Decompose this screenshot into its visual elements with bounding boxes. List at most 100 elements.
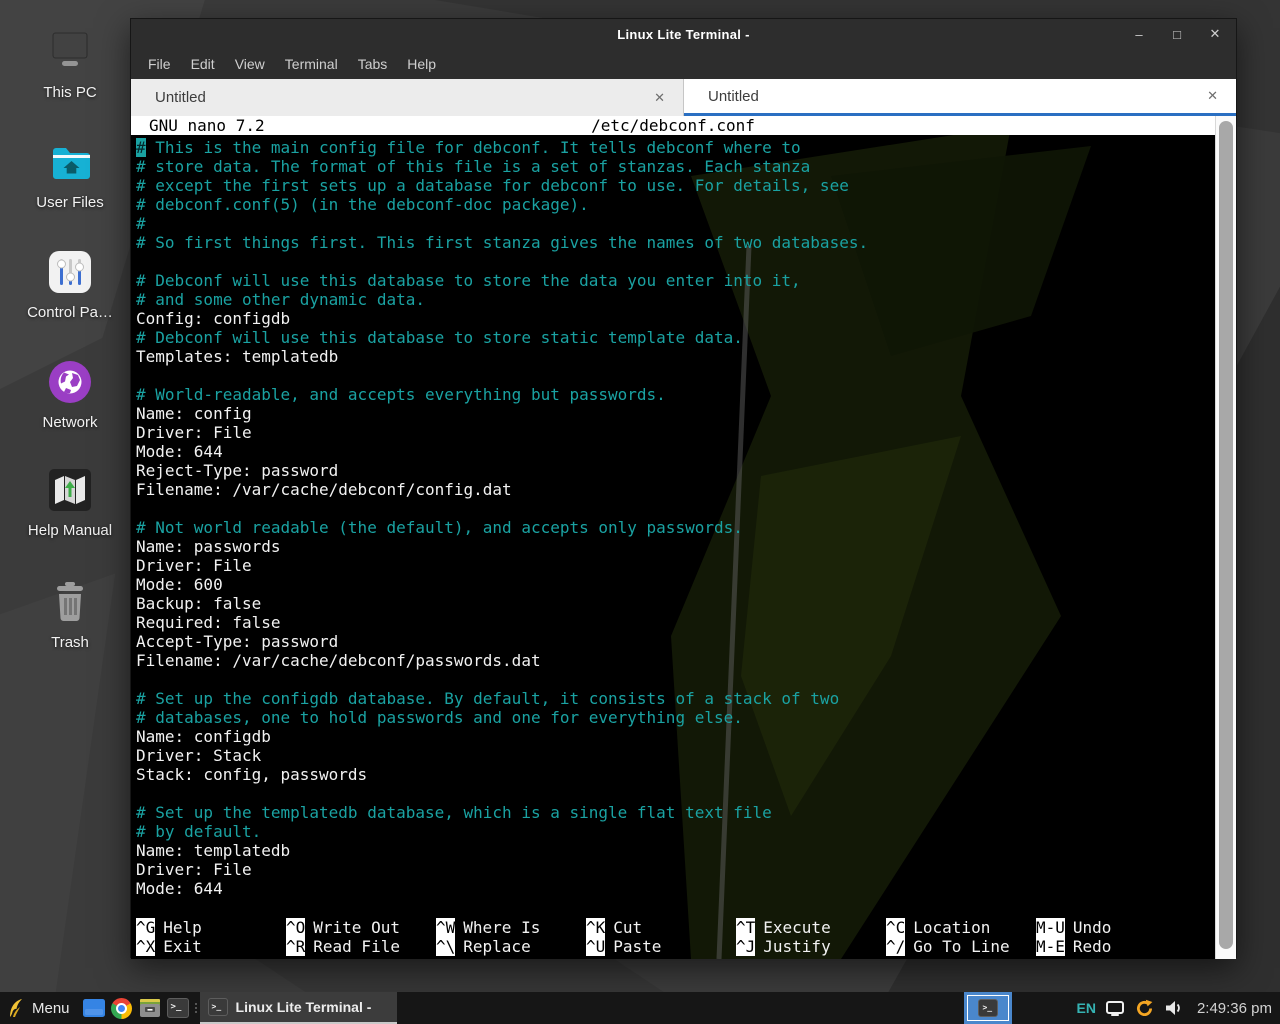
nano-line: Driver: File <box>136 556 1215 575</box>
terminal-window: Linux Lite Terminal - – □ ✕ File Edit Vi… <box>130 18 1237 958</box>
help-manual-map-icon <box>46 466 94 514</box>
nano-shortcut: ^JJustify <box>736 937 886 956</box>
nano-shortcut: ^UPaste <box>586 937 736 956</box>
nano-line: Driver: Stack <box>136 746 1215 765</box>
chrome-icon <box>111 998 132 1019</box>
tab-label: Untitled <box>708 88 1203 105</box>
nano-shortcut: ^KCut <box>586 918 736 937</box>
terminal-icon: >_ <box>208 998 228 1016</box>
nano-line: # debconf.conf(5) (in the debconf-doc pa… <box>136 195 1215 214</box>
tab-untitled-2[interactable]: Untitled ✕ <box>684 79 1236 116</box>
nano-line <box>136 366 1215 385</box>
minimize-button[interactable]: – <box>1128 23 1150 45</box>
volume-icon[interactable] <box>1165 1000 1183 1016</box>
nano-screen: /etc/debconf.conf GNU nano 7.2 # This is… <box>131 116 1215 898</box>
nano-shortcut: ^OWrite Out <box>286 918 436 937</box>
taskbar: Menu >_ >_ Linux Lite Terminal - > <box>0 992 1280 1024</box>
start-menu-button[interactable]: Menu <box>0 992 80 1024</box>
nano-line: Driver: File <box>136 860 1215 879</box>
nano-line <box>136 784 1215 803</box>
control-panel-sliders-icon <box>46 248 94 296</box>
keyboard-language-indicator[interactable]: EN <box>1076 1000 1095 1016</box>
menu-tabs[interactable]: Tabs <box>348 52 398 76</box>
desktop-icon-network[interactable]: Network <box>6 358 134 431</box>
taskbar-separator-handle[interactable] <box>192 992 200 1024</box>
terminal-icon: >_ <box>978 999 998 1017</box>
desktop-icon-label: This PC <box>43 84 96 101</box>
trash-can-icon <box>46 578 94 626</box>
menu-help[interactable]: Help <box>397 52 446 76</box>
clock[interactable]: 2:49:36 pm <box>1193 1000 1272 1017</box>
tab-untitled-1[interactable]: Untitled ✕ <box>131 79 684 116</box>
nano-shortcut: ^RRead File <box>286 937 436 956</box>
nano-line: # World-readable, and accepts everything… <box>136 385 1215 404</box>
nano-line: # Debconf will use this database to stor… <box>136 328 1215 347</box>
nano-line: # databases, one to hold passwords and o… <box>136 708 1215 727</box>
nano-editor[interactable]: /etc/debconf.conf GNU nano 7.2 # This is… <box>131 116 1215 959</box>
nano-line: Filename: /var/cache/debconf/config.dat <box>136 480 1215 499</box>
nano-line: # Set up the templatedb database, which … <box>136 803 1215 822</box>
nano-shortcut: ^\Replace <box>436 937 586 956</box>
taskbar-file-manager-launcher[interactable] <box>136 992 164 1024</box>
desktop-icon-label: Network <box>42 414 97 431</box>
close-button[interactable]: ✕ <box>1204 23 1226 45</box>
nano-line: Name: templatedb <box>136 841 1215 860</box>
nano-line: # Not world readable (the default), and … <box>136 518 1215 537</box>
taskbar-chrome-launcher[interactable] <box>108 992 136 1024</box>
nano-line: Mode: 644 <box>136 879 1215 898</box>
nano-shortcuts-row2: ^XExit^RRead File^\Replace^UPaste^JJusti… <box>136 937 1211 956</box>
updates-available-icon[interactable] <box>1134 998 1155 1019</box>
desktop-icon-label: Help Manual <box>28 522 112 539</box>
nano-line <box>136 499 1215 518</box>
terminal-icon: >_ <box>167 998 189 1018</box>
menu-edit[interactable]: Edit <box>181 52 225 76</box>
desktop-icon-label: Control Pa… <box>27 304 113 321</box>
nano-buffer: # This is the main config file for debco… <box>131 135 1215 898</box>
nano-line: # except the first sets up a database fo… <box>136 176 1215 195</box>
taskbar-window-button[interactable]: >_ Linux Lite Terminal - <box>200 992 398 1024</box>
desktop-icon-label: Trash <box>51 634 89 651</box>
network-globe-icon <box>46 358 94 406</box>
display-settings-icon[interactable] <box>1106 1001 1124 1016</box>
menu-view[interactable]: View <box>225 52 275 76</box>
taskbar-desktop-launcher[interactable] <box>80 992 108 1024</box>
taskbar-window-label: Linux Lite Terminal - <box>236 999 372 1015</box>
desktop-icon-help-manual[interactable]: Help Manual <box>6 466 134 539</box>
file-manager-drawer-icon <box>139 998 161 1018</box>
window-titlebar[interactable]: Linux Lite Terminal - – □ ✕ <box>131 19 1236 49</box>
nano-line: Name: config <box>136 404 1215 423</box>
nano-shortcut: ^TExecute <box>736 918 886 937</box>
blue-window-icon <box>83 999 105 1017</box>
tab-bar: Untitled ✕ Untitled ✕ <box>131 79 1236 116</box>
window-title: Linux Lite Terminal - <box>131 27 1236 42</box>
scrollbar-track[interactable] <box>1215 116 1236 959</box>
tab-close-icon[interactable]: ✕ <box>1203 86 1222 106</box>
nano-line: Templates: templatedb <box>136 347 1215 366</box>
nano-line: Config: configdb <box>136 309 1215 328</box>
desktop-icon-control-panel[interactable]: Control Pa… <box>6 248 134 321</box>
tray-active-terminal[interactable]: >_ <box>964 992 1012 1024</box>
desktop-icon-user-files[interactable]: User Files <box>6 138 134 211</box>
nano-shortcut: ^GHelp <box>136 918 286 937</box>
terminal-pane[interactable]: /etc/debconf.conf GNU nano 7.2 # This is… <box>131 116 1236 959</box>
user-files-folder-icon <box>46 138 94 186</box>
desktop-icon-label: User Files <box>36 194 104 211</box>
nano-line: Stack: config, passwords <box>136 765 1215 784</box>
scrollbar-thumb[interactable] <box>1219 121 1233 949</box>
linux-lite-feather-icon <box>8 998 25 1018</box>
desktop-icon-this-pc[interactable]: This PC <box>6 28 134 101</box>
nano-line: # So first things first. This first stan… <box>136 233 1215 252</box>
this-pc-icon <box>46 28 94 76</box>
nano-shortcut: M-UUndo <box>1036 918 1186 937</box>
maximize-button[interactable]: □ <box>1166 23 1188 45</box>
menu-file[interactable]: File <box>138 52 181 76</box>
nano-title-bar: /etc/debconf.conf GNU nano 7.2 <box>131 116 1215 135</box>
nano-line <box>136 670 1215 689</box>
taskbar-terminal-launcher[interactable]: >_ <box>164 992 192 1024</box>
nano-line: # store data. The format of this file is… <box>136 157 1215 176</box>
menu-terminal[interactable]: Terminal <box>275 52 348 76</box>
menu-bar: File Edit View Terminal Tabs Help <box>131 49 1236 79</box>
desktop-icon-trash[interactable]: Trash <box>6 578 134 651</box>
tab-close-icon[interactable]: ✕ <box>650 88 669 108</box>
nano-line: Mode: 644 <box>136 442 1215 461</box>
